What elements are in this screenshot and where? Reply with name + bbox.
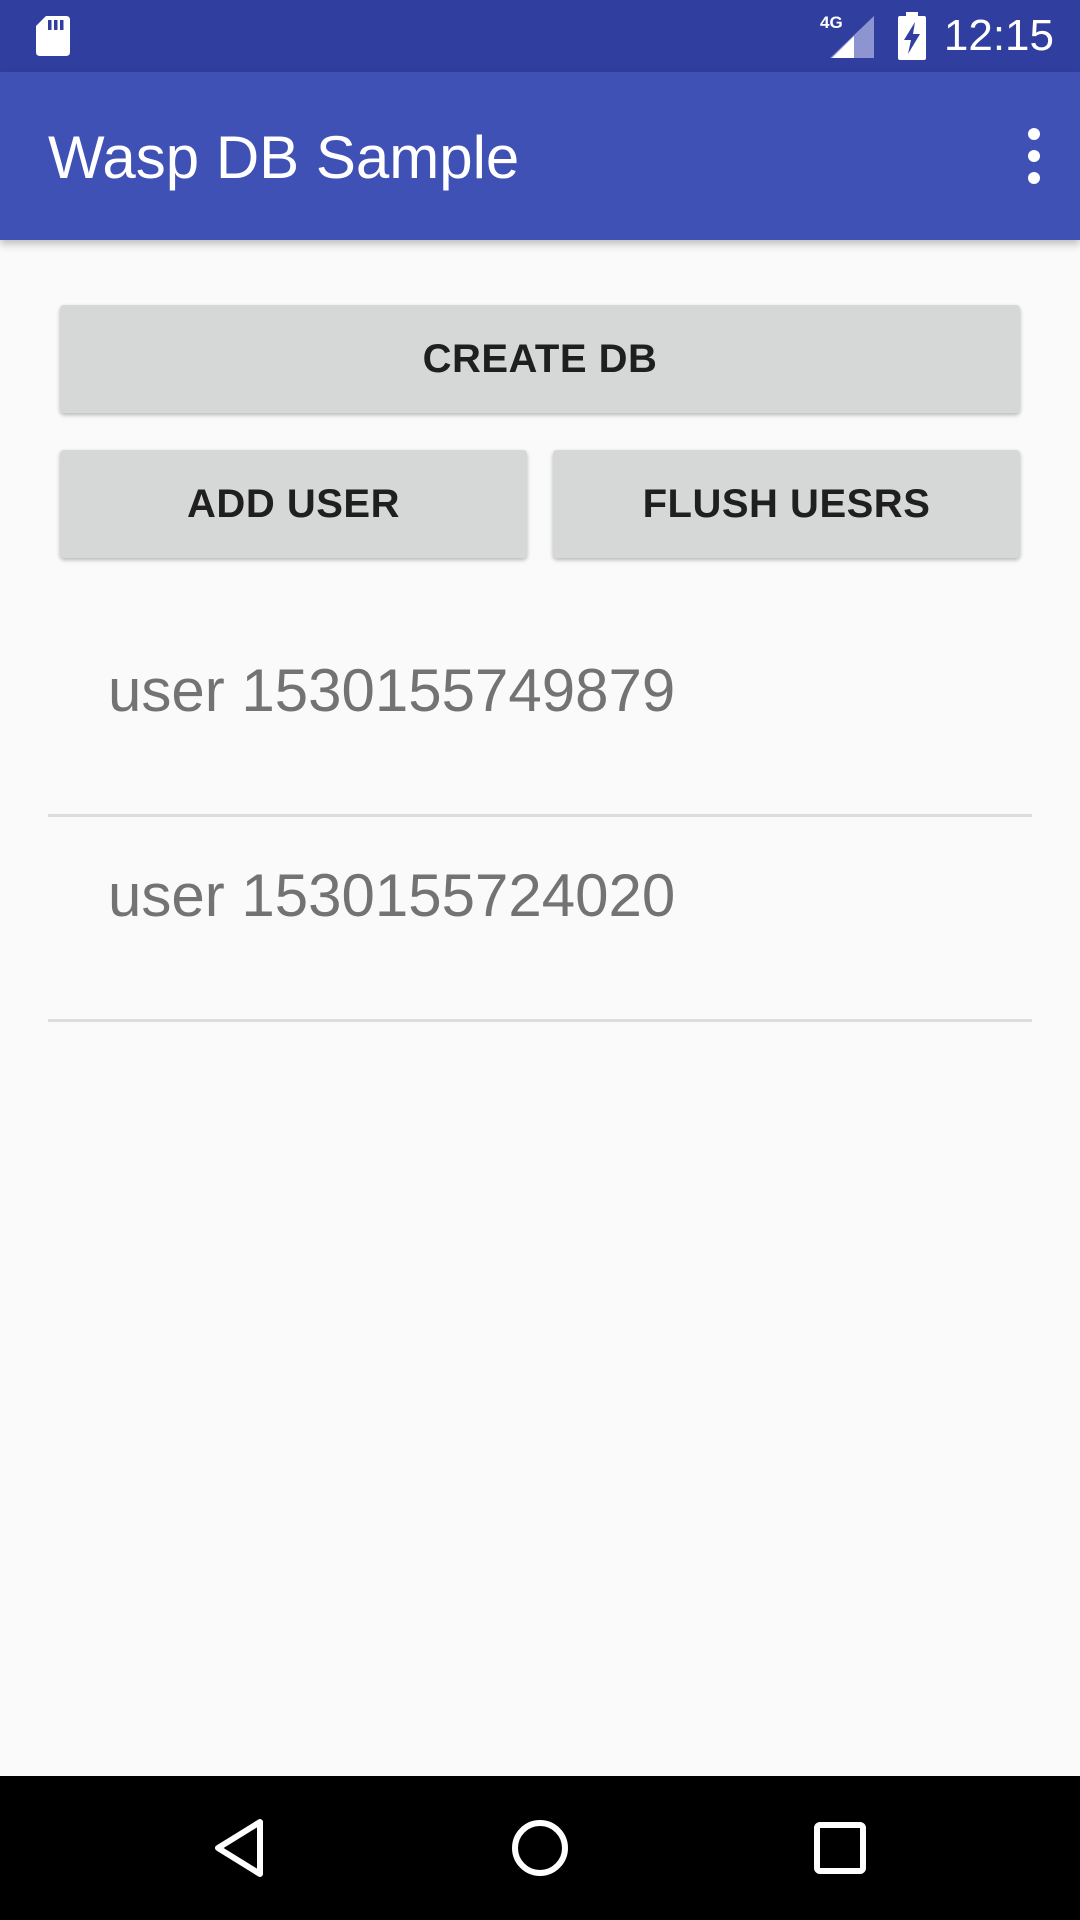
home-icon[interactable] [504,1812,576,1884]
flush-users-button[interactable]: FLUSH UESRS [553,450,1020,558]
user-list: user 1530155749879 user 1530155724020 [48,612,1032,1022]
sd-card-icon [36,16,70,56]
user-label: user 1530155749879 [108,657,676,724]
status-bar: 4G 12:15 [0,0,1080,72]
back-icon[interactable] [204,1812,276,1884]
more-vert-icon[interactable] [1018,124,1050,188]
user-label: user 1530155724020 [108,862,676,929]
app-title: Wasp DB Sample [48,124,520,191]
network-type-label: 4G [820,13,843,32]
app-bar: Wasp DB Sample [0,72,1080,240]
battery-charging-icon [898,12,926,60]
list-item[interactable]: user 1530155724020 [48,817,1032,1022]
create-db-button[interactable]: CREATE DB [60,305,1020,413]
status-clock: 12:15 [943,11,1054,60]
add-user-button[interactable]: ADD USER [60,450,527,558]
recents-icon[interactable] [804,1812,876,1884]
navigation-bar [0,1776,1080,1920]
list-item[interactable]: user 1530155749879 [48,612,1032,817]
signal-icon: 4G [820,13,874,58]
